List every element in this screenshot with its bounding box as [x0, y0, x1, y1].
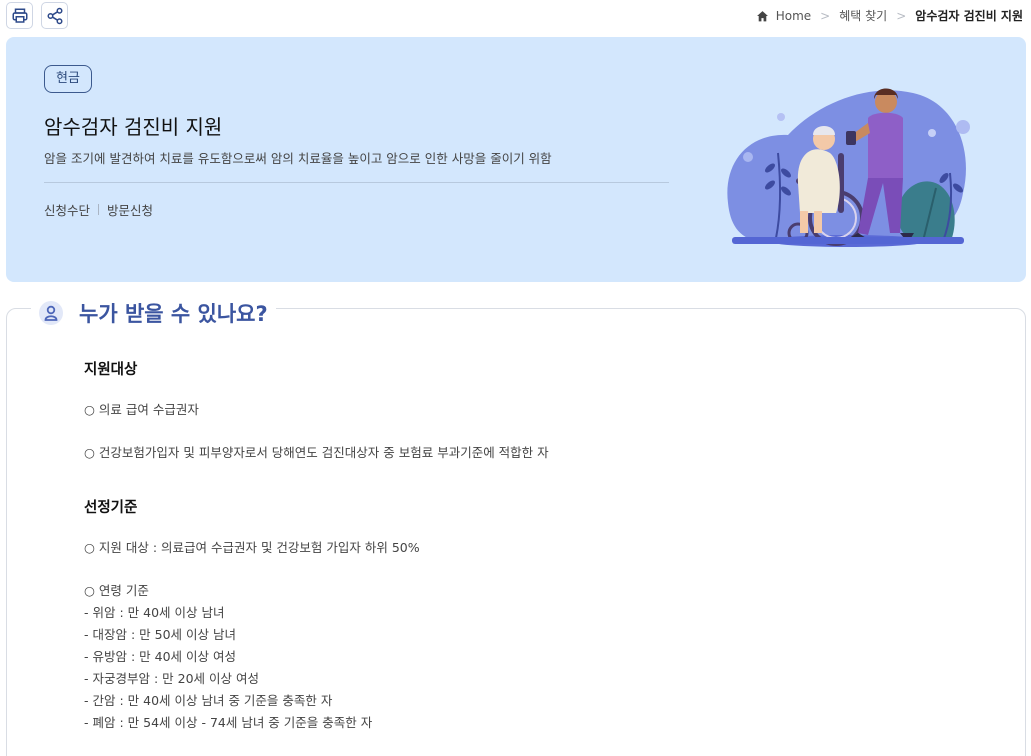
breadcrumb-benefits[interactable]: 혜택 찾기	[839, 7, 887, 24]
eligibility-section: 누가 받을 수 있나요? 지원대상 ○ 의료 급여 수급권자 ○ 건강보험가입자…	[6, 298, 1026, 756]
criteria-line: - 폐암 : 만 54세 이상 - 74세 남녀 중 기준을 충족한 자	[84, 715, 373, 730]
breadcrumb-current: 암수검자 검진비 지원	[915, 9, 1023, 23]
application-method-label: 신청수단	[44, 203, 91, 218]
criteria-line: ○ 연령 기준	[84, 583, 149, 598]
target-line: ○ 건강보험가입자 및 피부양자로서 당해연도 검진대상자 중 보험료 부과기준…	[84, 445, 549, 460]
section-title: 누가 받을 수 있나요?	[79, 302, 268, 326]
benefit-type-badge: 현금	[44, 65, 92, 93]
caregiver-illustration	[727, 88, 970, 247]
criteria-line: - 유방암 : 만 40세 이상 여성	[84, 649, 236, 664]
application-method: 신청수단 방문신청	[44, 200, 153, 219]
page-title: 암수검자 검진비 지원	[44, 115, 223, 139]
breadcrumb-home[interactable]: Home	[776, 9, 811, 23]
print-button[interactable]	[6, 2, 33, 29]
criteria-line: - 간암 : 만 40세 이상 남녀 중 기준을 충족한 자	[84, 693, 333, 708]
printer-icon	[12, 8, 27, 23]
share-icon	[47, 7, 62, 24]
page-description: 암을 조기에 발견하여 치료를 유도함으로써 암의 치료율을 높이고 암으로 인…	[44, 151, 552, 166]
criteria-line: - 위암 : 만 40세 이상 남녀	[84, 605, 225, 620]
divider	[98, 204, 100, 215]
section-header: 누가 받을 수 있나요?	[31, 298, 276, 328]
target-title: 지원대상	[84, 362, 138, 378]
criteria-line: - 대장암 : 만 50세 이상 남녀	[84, 627, 236, 642]
criteria-title: 선정기준	[84, 500, 138, 516]
chevron-right-icon: >	[820, 8, 831, 23]
divider	[44, 182, 669, 183]
target-line: ○ 의료 급여 수급권자	[84, 402, 199, 417]
criteria-line: ○ 지원 대상 : 의료급여 수급권자 및 건강보험 가입자 하위 50%	[84, 540, 420, 555]
application-method-value: 방문신청	[107, 203, 154, 218]
criteria-line: - 자궁경부암 : 만 20세 이상 여성	[84, 671, 259, 686]
home-icon	[756, 10, 768, 21]
person-icon	[39, 301, 63, 325]
breadcrumb: Home > 혜택 찾기 > 암수검자 검진비 지원	[756, 7, 1023, 24]
chevron-right-icon: >	[896, 8, 907, 23]
share-button[interactable]	[41, 2, 68, 29]
hero-banner: 현금 암수검자 검진비 지원 암을 조기에 발견하여 치료를 유도함으로써 암의…	[6, 37, 1026, 282]
